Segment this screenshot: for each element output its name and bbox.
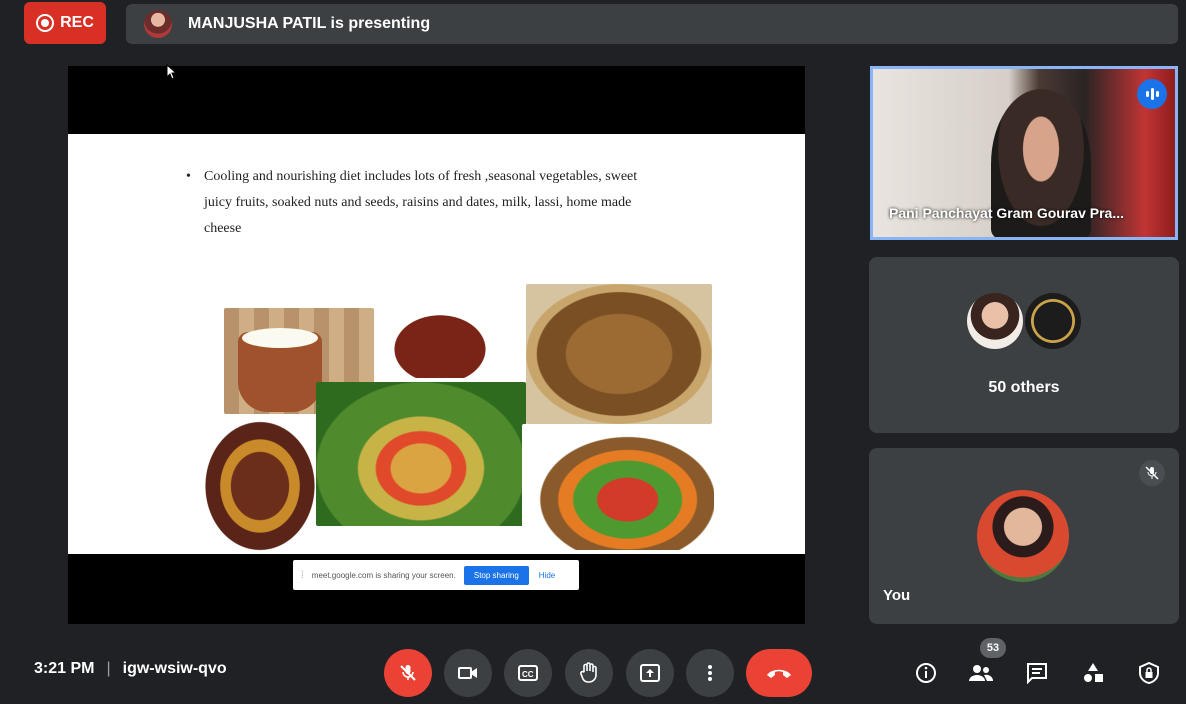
self-tile[interactable]: You: [869, 448, 1179, 624]
almonds-image: [526, 284, 712, 424]
info-icon: [916, 663, 936, 683]
people-button[interactable]: [966, 658, 996, 688]
speaker-tile[interactable]: Pani Panchayat Gram Gourav Pra...: [870, 66, 1178, 240]
vegetables-image: [522, 424, 714, 550]
record-icon: [36, 14, 55, 32]
mic-off-icon: [400, 665, 416, 681]
host-controls-icon: [1139, 662, 1159, 684]
participants-count-badge: 53: [980, 638, 1006, 658]
fruit-basket-image: [316, 382, 526, 526]
slide-bullet-text: Cooling and nourishing diet includes lot…: [186, 164, 664, 242]
captions-icon: CC: [518, 665, 538, 681]
host-controls-button[interactable]: [1134, 658, 1164, 688]
mouse-cursor-icon: [166, 64, 178, 80]
raise-hand-button[interactable]: [565, 649, 613, 697]
self-avatar: [977, 490, 1069, 582]
drag-handle-icon[interactable]: ⁞: [301, 570, 304, 581]
svg-text:CC: CC: [522, 670, 534, 679]
divider: |: [106, 660, 111, 677]
meeting-code: igw-wsiw-qvo: [122, 660, 227, 677]
raisins-image: [202, 418, 318, 554]
meeting-time: 3:21 PM: [34, 660, 95, 677]
activities-icon: [1084, 663, 1103, 682]
people-icon: [969, 665, 994, 681]
chat-icon: [1027, 663, 1047, 684]
present-button[interactable]: [626, 649, 674, 697]
hide-link[interactable]: Hide: [539, 571, 555, 580]
screen-sharing-bar: ⁞ meet.google.com is sharing your screen…: [293, 560, 579, 590]
more-options-button[interactable]: [686, 649, 734, 697]
activities-button[interactable]: [1078, 658, 1108, 688]
captions-button[interactable]: CC: [504, 649, 552, 697]
sharing-message: meet.google.com is sharing your screen.: [311, 570, 456, 580]
recording-label: REC: [60, 14, 94, 31]
others-tile[interactable]: 50 others: [869, 257, 1179, 433]
present-icon: [640, 664, 660, 682]
mic-off-icon: [1139, 460, 1165, 486]
presentation-slide: Cooling and nourishing diet includes lot…: [68, 134, 805, 554]
leave-call-button[interactable]: [746, 649, 812, 697]
presenter-text: MANJUSHA PATIL is presenting: [188, 15, 431, 32]
speaker-name: Pani Panchayat Gram Gourav Pra...: [889, 205, 1124, 221]
camera-icon: [458, 667, 477, 679]
recording-indicator: REC: [24, 2, 106, 44]
speaking-indicator-icon: [1137, 79, 1167, 109]
camera-toggle-button[interactable]: [444, 649, 492, 697]
presenter-banner: MANJUSHA PATIL is presenting: [126, 4, 1178, 44]
participant-avatar: [967, 293, 1023, 349]
stop-sharing-button[interactable]: Stop sharing: [463, 565, 529, 585]
hangup-icon: [767, 669, 791, 678]
self-label: You: [883, 587, 911, 604]
participant-avatar: [1025, 293, 1081, 349]
dates-image: [382, 306, 498, 378]
mic-toggle-button[interactable]: [384, 649, 432, 697]
chat-button[interactable]: [1022, 658, 1052, 688]
raise-hand-icon: [580, 662, 597, 683]
others-count-label: 50 others: [988, 379, 1060, 396]
meeting-details-button[interactable]: [911, 658, 941, 688]
meeting-info: 3:21 PM | igw-wsiw-qvo: [34, 660, 227, 678]
presenter-avatar: [144, 10, 172, 38]
more-icon: [708, 665, 712, 681]
